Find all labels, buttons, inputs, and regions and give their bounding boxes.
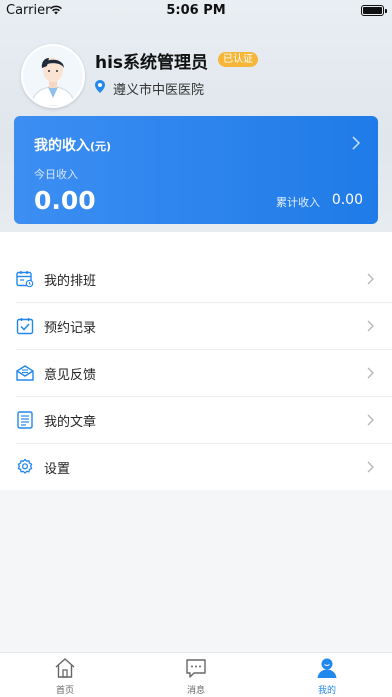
tab-label: 消息	[186, 686, 205, 696]
chevron-right-icon	[367, 367, 374, 379]
doctor-avatar-icon	[23, 46, 83, 106]
message-icon	[186, 659, 206, 678]
chevron-right-icon	[367, 320, 374, 332]
menu-item-label: 设置	[44, 462, 71, 477]
menu-item-articles[interactable]: 我的文章	[0, 397, 392, 444]
menu-item-label: 预约记录	[44, 321, 97, 336]
today-income-label: 今日收入	[34, 168, 78, 181]
schedule-icon	[16, 271, 34, 288]
article-icon	[17, 411, 33, 429]
chevron-right-icon	[367, 461, 374, 473]
tab-home[interactable]: 首页	[0, 653, 130, 697]
home-icon	[55, 658, 75, 678]
menu-list: 我的排班 预约记录 意见反馈 我的文章 设置	[0, 232, 392, 490]
chevron-right-icon	[352, 136, 360, 150]
total-income-label: 累计收入	[276, 196, 320, 209]
user-name: his系统管理员	[95, 53, 209, 73]
tab-profile[interactable]: 我的	[262, 653, 392, 697]
menu-item-label: 我的排班	[44, 274, 97, 289]
avatar[interactable]	[21, 44, 85, 108]
feedback-icon	[16, 365, 34, 381]
menu-item-settings[interactable]: 设置	[0, 444, 392, 491]
tab-label: 我的	[317, 686, 336, 696]
income-title-text: 我的收入	[34, 138, 90, 154]
profile-icon	[317, 658, 337, 678]
verified-badge: 已认证	[218, 52, 258, 67]
settings-icon	[17, 458, 33, 474]
menu-item-appointments[interactable]: 预约记录	[0, 303, 392, 350]
today-income-value: 0.00	[34, 186, 96, 215]
location-pin-icon	[95, 80, 105, 93]
battery-icon	[361, 5, 387, 16]
menu-item-label: 意见反馈	[44, 368, 97, 383]
clock: 5:06 PM	[166, 3, 226, 18]
chevron-right-icon	[367, 273, 374, 285]
hospital-name: 遵义市中医医院	[113, 83, 205, 98]
tab-label: 首页	[55, 686, 74, 696]
income-title: 我的收入(元)	[34, 135, 111, 155]
menu-item-feedback[interactable]: 意见反馈	[0, 350, 392, 397]
menu-item-label: 我的文章	[44, 415, 97, 430]
chevron-right-icon	[367, 414, 374, 426]
profile-header: Carrier 5:06 PM his系统管理员 已认证 遵义市中医医院 我的收…	[0, 0, 392, 232]
total-income-value: 0.00	[331, 192, 363, 208]
tab-messages[interactable]: 消息	[131, 653, 261, 697]
menu-item-schedule[interactable]: 我的排班	[0, 256, 392, 303]
tab-bar: 首页 消息 我的	[0, 652, 392, 697]
appointment-icon	[16, 318, 34, 335]
status-bar: Carrier 5:06 PM	[0, 0, 392, 22]
income-card[interactable]: 我的收入(元) 今日收入 0.00 累计收入 0.00	[14, 116, 378, 224]
income-unit: (元)	[90, 140, 112, 153]
